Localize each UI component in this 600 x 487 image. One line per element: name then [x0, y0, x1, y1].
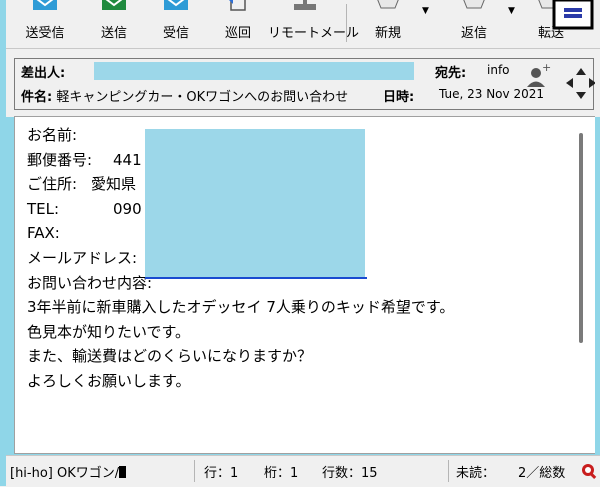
body-line-1: 3年半前に新車購入したオデッセイ 7人乗りのキッド希望です。	[27, 298, 455, 317]
email-label: メールアドレス:	[27, 248, 138, 267]
subject-value: 軽キャンピングカー・OKワゴンへのお問い合わせ	[56, 90, 349, 105]
body-line-2: 色見本が知りたいです。	[27, 322, 191, 341]
new-mail-icon	[377, 0, 399, 9]
message-body[interactable]: お名前: 郵便番号: 441 ご住所: 愛知県 TEL: 090 FAX: メールアド…	[14, 116, 595, 454]
vertical-scrollbar[interactable]	[579, 133, 583, 343]
svg-text:+: +	[542, 61, 551, 74]
send-label: 送信	[100, 26, 127, 41]
zip-label: 郵便番号:	[27, 150, 93, 169]
remote-mail-icon	[294, 0, 316, 10]
address-label: ご住所:	[27, 175, 78, 194]
receive-icon	[164, 0, 188, 10]
patrol-label: 巡回	[224, 26, 251, 41]
body-line-3: また、輸送費はどのくらいになりますか？	[27, 347, 313, 366]
remote-mail-button[interactable]: リモートメール	[268, 0, 360, 46]
preview-window-icon[interactable]	[552, 0, 594, 30]
status-rows: 行数：15	[322, 466, 378, 481]
remote-mail-label: リモートメール	[268, 26, 360, 41]
personal-info-redaction	[145, 129, 365, 277]
reply-label: 返信	[460, 26, 487, 41]
send-button[interactable]: 送信	[86, 0, 142, 46]
zip-value: 441	[113, 150, 142, 169]
status-folder-text: [hi-ho] OKワゴン/	[10, 466, 120, 481]
toolbar: 送受信 送信 受信 巡回 リモートメール 新規 ▼ 返信 ▼ 転送	[6, 0, 600, 48]
send-receive-label: 送受信	[25, 26, 65, 41]
to-value: info	[487, 63, 510, 77]
sender-redaction	[94, 62, 414, 80]
header-box: 差出人: 宛先: info 件名: 軽キャンピングカー・OKワゴンへのお問い合わ…	[14, 58, 595, 110]
status-bar: [hi-ho] OKワゴン/ 行：1 桁：1 行数：15 未読： 2／総数	[6, 455, 600, 487]
app-frame: 送受信 送信 受信 巡回 リモートメール 新規 ▼ 返信 ▼ 転送 差出人: 宛…	[0, 0, 600, 487]
receive-label: 受信	[162, 26, 189, 41]
header-controls: +	[527, 61, 595, 99]
receive-button[interactable]: 受信	[146, 0, 206, 46]
body-line-4: よろしくお願いします。	[27, 371, 191, 390]
subject-label: 件名:	[21, 90, 53, 105]
new-mail-dropdown-icon[interactable]: ▼	[422, 6, 429, 16]
tel-label: TEL:	[27, 199, 60, 218]
to-label: 宛先:	[435, 66, 467, 81]
toolbar-separator	[346, 4, 347, 42]
fax-label: FAX:	[27, 224, 60, 243]
send-icon	[102, 0, 126, 10]
status-separator	[194, 460, 195, 482]
inquiry-label: お問い合わせ内容:	[27, 273, 153, 292]
status-line: 行：1	[204, 466, 239, 481]
patrol-button[interactable]: 巡回	[212, 0, 264, 46]
status-folder: [hi-ho] OKワゴン/	[10, 462, 127, 481]
patrol-icon	[229, 0, 246, 11]
status-separator	[448, 460, 449, 482]
header-nav-arrows-icon[interactable]	[566, 68, 595, 99]
search-icon[interactable]	[580, 462, 598, 480]
tel-value: 090	[113, 199, 142, 218]
status-total: 2／総数	[518, 466, 566, 481]
date-label: 日時:	[383, 90, 415, 105]
status-col: 桁：1	[264, 466, 299, 481]
name-label: お名前:	[27, 126, 78, 144]
message-header: 差出人: 宛先: info 件名: 軽キャンピングカー・OKワゴンへのお問い合わ…	[6, 48, 600, 117]
cursor-block	[119, 466, 127, 478]
from-row: 差出人:	[21, 62, 65, 84]
reply-icon	[463, 0, 485, 9]
reply-button[interactable]: 返信	[438, 0, 510, 46]
send-receive-icon	[33, 0, 57, 10]
send-receive-button[interactable]: 送受信	[10, 0, 80, 46]
subject-row: 件名: 軽キャンピングカー・OKワゴンへのお問い合わせ	[21, 86, 348, 108]
address-value: 愛知県	[91, 175, 137, 194]
add-contact-icon[interactable]: +	[527, 61, 551, 87]
from-label: 差出人:	[21, 66, 66, 81]
new-mail-label: 新規	[374, 26, 401, 41]
reply-dropdown-icon[interactable]: ▼	[508, 6, 515, 16]
new-mail-button[interactable]: 新規	[356, 0, 420, 46]
email-link[interactable]	[145, 277, 367, 279]
status-unread: 未読：	[456, 466, 496, 481]
